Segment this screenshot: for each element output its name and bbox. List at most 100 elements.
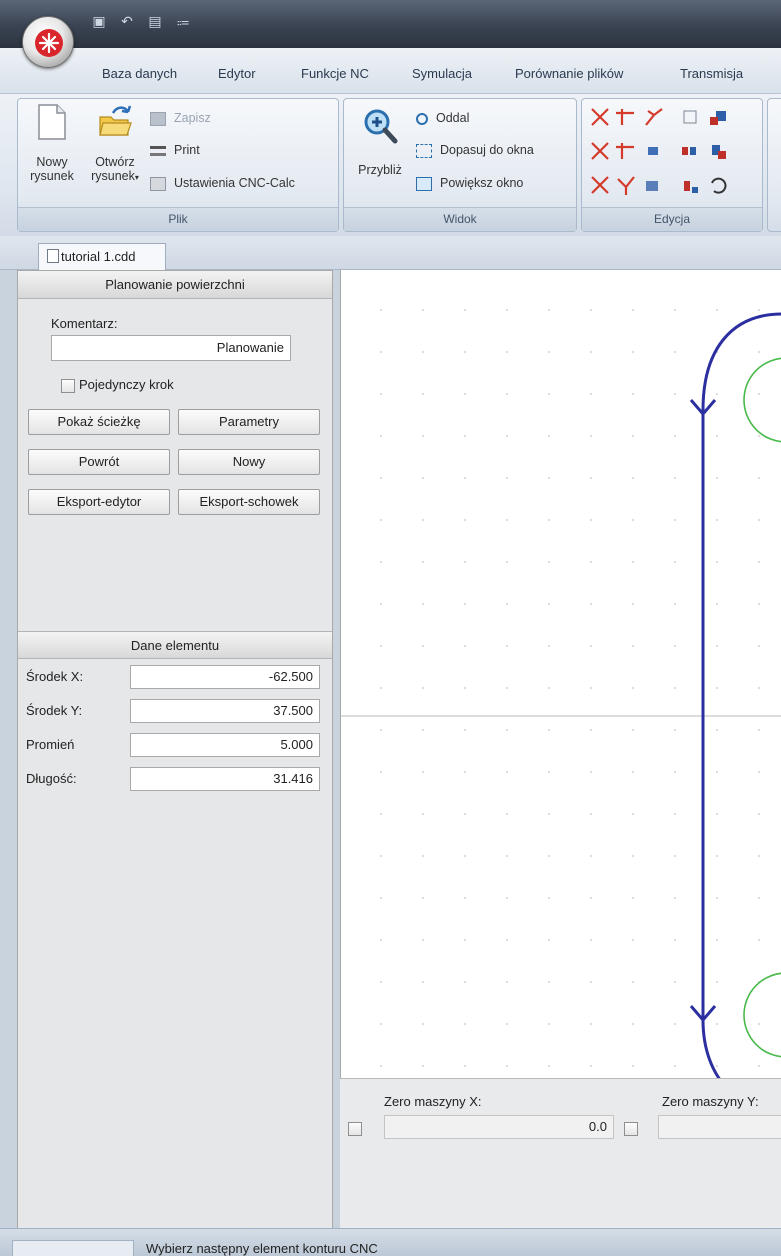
undo-icon[interactable]: ↶	[118, 12, 136, 30]
ribbon-group-plik: Nowy rysunek Otwórz rysunek▾ Zapisz Prin…	[17, 98, 339, 232]
grid-dot	[716, 603, 718, 605]
grid-dot	[380, 645, 382, 647]
fit-to-window-button[interactable]: Dopasuj do okna	[416, 143, 534, 158]
grid-dot	[464, 981, 466, 983]
grid-dot	[590, 729, 592, 731]
grid-dot	[380, 897, 382, 899]
save-icon[interactable]: ▣	[90, 12, 108, 30]
export-editor-button[interactable]: Eksport-edytor	[28, 489, 170, 515]
machine-zero-x-label: Zero maszyny X:	[384, 1094, 482, 1109]
grid-dot	[590, 393, 592, 395]
grid-dot	[422, 771, 424, 773]
document-tab[interactable]: tutorial 1.cdd	[38, 243, 166, 270]
grid-dot	[380, 813, 382, 815]
grid-dot	[422, 981, 424, 983]
single-step-checkbox[interactable]	[61, 379, 75, 393]
application-menu-button[interactable]	[22, 16, 74, 68]
settings-label: Ustawienia CNC-Calc	[174, 176, 295, 190]
tab-porownanie-plikow[interactable]: Porównanie plików	[515, 66, 623, 81]
magnifier-plus-icon	[364, 109, 398, 144]
grid-dot	[464, 855, 466, 857]
grid-dot	[590, 645, 592, 647]
length-field[interactable]: 31.416	[130, 767, 320, 791]
grid-dot	[674, 393, 676, 395]
radius-label: Promień	[26, 737, 75, 752]
grid-dot	[464, 1023, 466, 1025]
print-icon[interactable]: ▤	[146, 12, 164, 30]
grid-dot	[380, 561, 382, 563]
export-clipboard-button[interactable]: Eksport-schowek	[178, 489, 320, 515]
grid-dot	[380, 351, 382, 353]
radius-field[interactable]: 5.000	[130, 733, 320, 757]
grid-dot	[548, 981, 550, 983]
tab-transmisja[interactable]: Transmisja	[680, 66, 743, 81]
grid-dot	[758, 477, 760, 479]
grid-dot	[548, 519, 550, 521]
planowanie-panel-title: Planowanie powierzchni	[18, 271, 332, 299]
grid-dot	[716, 477, 718, 479]
grid-dot	[464, 729, 466, 731]
tab-baza-danych[interactable]: Baza danych	[102, 66, 177, 81]
open-drawing-button[interactable]: Otwórz rysunek▾	[84, 103, 146, 193]
back-button[interactable]: Powrót	[28, 449, 170, 475]
grid-dot	[422, 603, 424, 605]
zoom-out-button[interactable]: Oddal	[416, 111, 469, 125]
save-button[interactable]: Zapisz	[150, 111, 211, 126]
grid-dot	[674, 1023, 676, 1025]
grid-dot	[590, 519, 592, 521]
grid-dot	[632, 435, 634, 437]
grid-dot	[380, 981, 382, 983]
fit-to-window-label: Dopasuj do okna	[440, 143, 534, 157]
settings-button[interactable]: Ustawienia CNC-Calc	[150, 176, 295, 191]
new-button[interactable]: Nowy	[178, 449, 320, 475]
tab-symulacja[interactable]: Symulacja	[412, 66, 472, 81]
grid-dot	[590, 771, 592, 773]
status-bar: Wybierz następny element konturu CNC	[0, 1228, 781, 1256]
grid-dot	[716, 939, 718, 941]
grid-dot	[506, 519, 508, 521]
center-y-field[interactable]: 37.500	[130, 699, 320, 723]
grid-dot	[548, 603, 550, 605]
customize-qat-icon[interactable]: ⩴	[174, 12, 192, 30]
quick-access-toolbar: ▣ ↶ ▤ ⩴	[90, 12, 192, 30]
ribbon-tabs: Baza danych Edytor Funkcje NC Symulacja …	[0, 48, 781, 94]
show-path-button[interactable]: Pokaż ścieżkę	[28, 409, 170, 435]
grid-dot	[716, 813, 718, 815]
grid-dot	[674, 771, 676, 773]
grid-dot	[590, 687, 592, 689]
parameters-button[interactable]: Parametry	[178, 409, 320, 435]
grid-dot	[506, 687, 508, 689]
split-icon	[617, 176, 635, 195]
grid-dot	[674, 477, 676, 479]
save-label: Zapisz	[174, 111, 211, 125]
grid-dot	[464, 309, 466, 311]
grid-dot	[674, 981, 676, 983]
grid-dot	[632, 771, 634, 773]
new-drawing-label-1: Nowy	[36, 155, 68, 169]
trim2-icon	[591, 142, 609, 160]
machine-zero-x-checkbox[interactable]	[348, 1122, 362, 1136]
drawing-canvas[interactable]	[340, 270, 781, 1114]
grid-dot	[758, 351, 760, 353]
grid-dot	[632, 1065, 634, 1067]
comment-input[interactable]: Planowanie	[51, 335, 291, 361]
grid-dot	[506, 771, 508, 773]
grid-dot	[422, 687, 424, 689]
zoom-in-button[interactable]: Przybliż	[352, 107, 408, 177]
machine-zero-x-field[interactable]: 0.0	[384, 1115, 614, 1139]
new-drawing-button[interactable]: Nowy rysunek	[22, 103, 82, 193]
length-label: Długość:	[26, 771, 77, 786]
print-button[interactable]: Print	[150, 143, 200, 157]
center-x-field[interactable]: -62.500	[130, 665, 320, 689]
tab-edytor[interactable]: Edytor	[218, 66, 256, 81]
grid-dot	[674, 1065, 676, 1067]
tab-funkcje-nc[interactable]: Funkcje NC	[301, 66, 369, 81]
grid-dot	[716, 561, 718, 563]
save-disk-icon	[150, 111, 166, 126]
machine-zero-y-checkbox[interactable]	[624, 1122, 638, 1136]
machine-zero-y-field[interactable]	[658, 1115, 781, 1139]
grid-dot	[380, 771, 382, 773]
zoom-window-button[interactable]: Powiększ okno	[416, 176, 523, 191]
grid-dot	[422, 1065, 424, 1067]
grid-dot	[464, 813, 466, 815]
